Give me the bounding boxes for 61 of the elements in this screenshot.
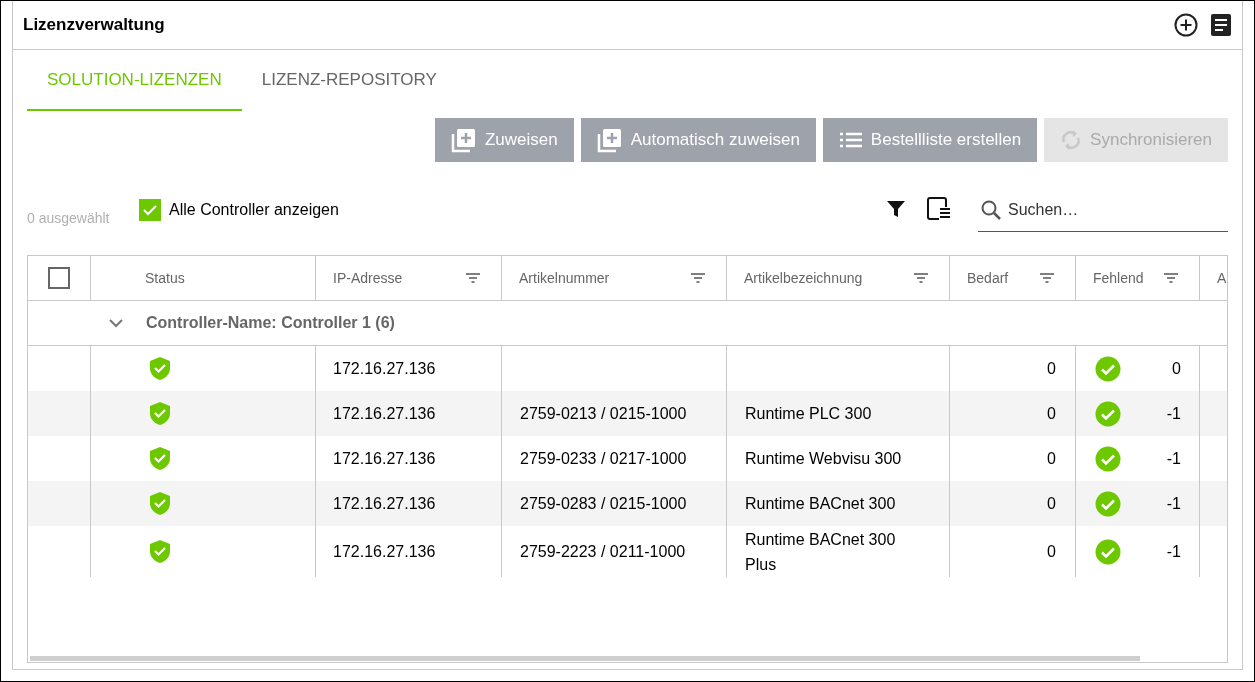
horizontal-scrollbar[interactable] (30, 656, 1140, 661)
check-circle-icon (1095, 490, 1121, 517)
demand-value: 0 (1047, 493, 1056, 514)
show-all-checkbox[interactable] (139, 198, 161, 221)
missing-value: 0 (1172, 358, 1181, 379)
add-icon (450, 127, 477, 153)
missing-value: -1 (1166, 403, 1181, 424)
check-circle-icon (1095, 445, 1121, 472)
demand-value: 0 (1047, 358, 1056, 379)
ip-address: 172.16.27.136 (333, 403, 436, 424)
check-circle-icon (1095, 538, 1121, 565)
demand-value: 0 (1047, 541, 1056, 562)
article-name: Runtime BACnet 300 (745, 494, 896, 514)
table-row[interactable]: 172.16.27.136 2759-0283 / 0215-1000 Runtime BACnet 300 0 -1 (28, 481, 1227, 526)
column-header[interactable]: Artikelnummer (519, 267, 610, 289)
column-header[interactable]: Fehlend (1093, 267, 1144, 289)
shield-check-icon (149, 401, 171, 426)
search-field[interactable]: Suchen… (978, 188, 1228, 232)
filter-icon[interactable] (886, 198, 906, 219)
ip-address: 172.16.27.136 (333, 541, 436, 562)
column-header[interactable]: IP-Adresse (333, 267, 403, 289)
group-label: Controller-Name: Controller 1 (6) (146, 313, 395, 333)
missing-value: -1 (1166, 448, 1181, 469)
demand-value: 0 (1047, 403, 1056, 424)
selection-count: 0 ausgewählt (27, 209, 111, 228)
search-icon (980, 199, 1002, 221)
column-header[interactable]: Status (145, 267, 185, 289)
ip-address: 172.16.27.136 (333, 448, 436, 469)
column-header[interactable]: A (1217, 267, 1227, 289)
chevron-icon[interactable] (108, 318, 124, 328)
ip-address: 172.16.27.136 (333, 493, 436, 514)
article-number: 2759-0283 / 0215-1000 (520, 493, 687, 514)
shield-check-icon (149, 491, 171, 516)
check-circle-icon (1095, 355, 1121, 382)
ip-address: 172.16.27.136 (333, 358, 436, 379)
shield-check-icon (149, 446, 171, 471)
column-settings-icon[interactable] (926, 195, 952, 222)
demand-value: 0 (1047, 448, 1056, 469)
shield-check-icon (149, 539, 171, 564)
add-icon (596, 127, 623, 153)
column-header[interactable]: Artikelbezeichnung (744, 267, 863, 289)
article-name: Runtime PLC 300 (745, 404, 872, 424)
article-name: Runtime Webvisu 300 (745, 449, 902, 469)
window-title: Lizenzverwaltung (23, 14, 165, 37)
sync-icon (1060, 128, 1083, 152)
select-all-checkbox[interactable] (48, 267, 70, 289)
column-header[interactable]: Bedarf (967, 267, 1009, 289)
shield-check-icon (149, 356, 171, 381)
article-name: Runtime BACnet 300 Plus (745, 529, 897, 575)
check-circle-icon (1095, 400, 1121, 427)
document-icon[interactable] (1210, 13, 1232, 37)
list-icon (838, 131, 863, 149)
article-number: 2759-0233 / 0217-1000 (520, 448, 687, 469)
article-number: 2759-0213 / 0215-1000 (520, 403, 687, 424)
missing-value: -1 (1166, 541, 1181, 562)
add-circle-icon[interactable] (1174, 13, 1198, 37)
tab[interactable]: LIZENZ-REPOSITORY (241, 50, 457, 111)
article-number: 2759-2223 / 0211-1000 (520, 541, 686, 562)
table-row[interactable]: 172.16.27.136 2759-0213 / 0215-1000 Runtime PLC 300 0 -1 (28, 391, 1227, 436)
missing-value: -1 (1166, 493, 1181, 514)
checkbox-label: Alle Controller anzeigen (169, 199, 339, 220)
